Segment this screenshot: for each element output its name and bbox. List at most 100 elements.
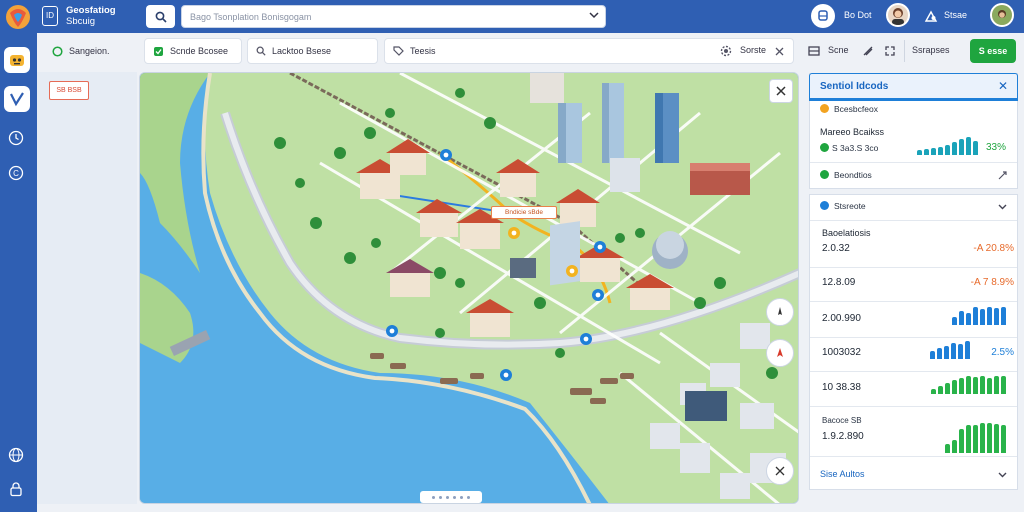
search-input[interactable] [181,5,606,28]
metric-sparkbars [931,374,1006,394]
expand-icon[interactable] [998,171,1007,180]
mini-chart-bar [959,139,964,155]
map-layer-tag[interactable]: SB BSB [49,81,89,100]
mini-chart-bar [917,150,922,155]
metric-divider [810,267,1017,268]
metric-bar [951,343,956,359]
mini-chart-bar [938,147,943,155]
metric-bar [937,348,942,359]
panel-divider [810,220,1017,221]
status-dot-blue [820,201,829,210]
settings-icon[interactable] [720,45,732,57]
panel-item-1[interactable]: Bcesbcfeox [834,104,878,114]
metrics-section-title[interactable]: Stsreote [834,201,866,211]
metric-label: 10 38.38 [822,382,861,393]
toolbar-sort-label[interactable]: Sorste [740,45,766,55]
map-locate-button[interactable] [766,457,794,485]
toolbar-item-lookup[interactable]: Lacktoo Bsese [247,38,378,64]
toolbar-responses-label[interactable]: Ssrapses [912,45,950,55]
avatar-secondary[interactable] [990,3,1014,27]
metric-bar [987,378,992,394]
svg-text:C: C [13,169,19,178]
city-map[interactable] [139,72,799,504]
mini-chart-bar [945,145,950,155]
panel-item-2-title: Mareeo Bcaikss [820,127,885,137]
search-button[interactable] [146,5,175,28]
metric-bar [1001,425,1006,453]
metric-label: 2.00.990 [822,313,861,324]
panel-close-icon[interactable]: ✕ [998,79,1008,93]
compass-icon [778,307,782,315]
metric-bar [966,376,971,394]
toolbar-filter-label: Teesis [410,46,436,56]
user2-label: Stsae [944,10,968,20]
panel-divider [810,456,1017,457]
user-settings-icon[interactable] [924,9,938,23]
chevron-down-icon[interactable] [997,202,1008,211]
metric-bar [930,351,935,359]
rail-item-globe[interactable] [7,446,25,464]
avatar[interactable] [886,3,910,27]
panel-divider [810,162,1017,163]
metric-bar [959,311,964,325]
mini-chart-bar [966,137,971,155]
close-icon[interactable] [775,47,784,56]
status-dot-green [820,143,829,152]
status-dot-orange [820,104,829,113]
app-title-line2: Sbcuig [66,16,96,27]
primary-action-button[interactable]: S esse [970,39,1016,63]
chart-icon [10,92,24,107]
metric-bar [958,344,963,359]
metric-bar [973,425,978,453]
mini-chart-bar [931,148,936,155]
metric-bar [994,376,999,394]
app-logo[interactable] [4,3,32,31]
metric-bar [931,389,936,394]
toolbar-scene-label[interactable]: Scne [828,45,849,55]
metric-sparkbars [952,305,1006,325]
bot-icon [10,55,24,66]
panel-item-3[interactable]: Beondtios [834,170,872,180]
mini-chart-bar [973,141,978,155]
map-callout[interactable]: Bndicie sBde [491,206,557,219]
lock-icon [10,482,22,497]
panel-item-2-chart [917,137,978,155]
metric-divider [810,371,1017,372]
chevron-down-icon[interactable] [997,470,1008,479]
metric-divider [810,406,1017,407]
metric-bar [980,376,985,394]
mini-chart-bar [952,142,957,155]
notification-button[interactable] [811,4,835,28]
map-compass-button[interactable] [766,298,794,326]
chevron-down-icon[interactable] [588,10,600,20]
search-icon [256,46,266,56]
metric-bar [965,341,970,359]
layers-icon[interactable] [808,45,820,57]
rail-item-lock[interactable] [7,480,25,498]
app-title: Geosfatiog Sbcuig [66,5,116,27]
sentinel-panel-title: Sentiol Idcods [820,81,889,92]
toolbar-filter-bar[interactable]: Teesis [384,38,794,64]
metric-delta: 2.5% [991,347,1014,358]
map-side-panel [37,72,137,504]
toolbar-item-session[interactable]: Sangeion. [44,38,136,64]
map-pager[interactable] [420,491,482,503]
globe-icon [8,447,24,463]
metric-bar [987,307,992,325]
metric-bar [980,423,985,453]
square-check-icon [154,46,163,56]
expand-icon[interactable] [884,45,896,57]
map-north-button[interactable] [766,339,794,367]
user1-label: Bo Dot [844,10,872,20]
metric-bar [980,309,985,325]
ruler-icon[interactable] [862,45,874,57]
metric-sparkbars [930,339,970,359]
rail-item-currency[interactable]: C [7,164,25,182]
rail-item-analytics[interactable] [4,86,30,112]
panel-footer-link[interactable]: Sise Aultos [820,469,865,479]
metric-bar [966,425,971,453]
map-close-button[interactable] [769,79,793,103]
toolbar-item-scene[interactable]: Scnde Bcosee [144,38,242,64]
rail-item-history[interactable] [7,129,25,147]
rail-item-assistant[interactable] [4,47,30,73]
